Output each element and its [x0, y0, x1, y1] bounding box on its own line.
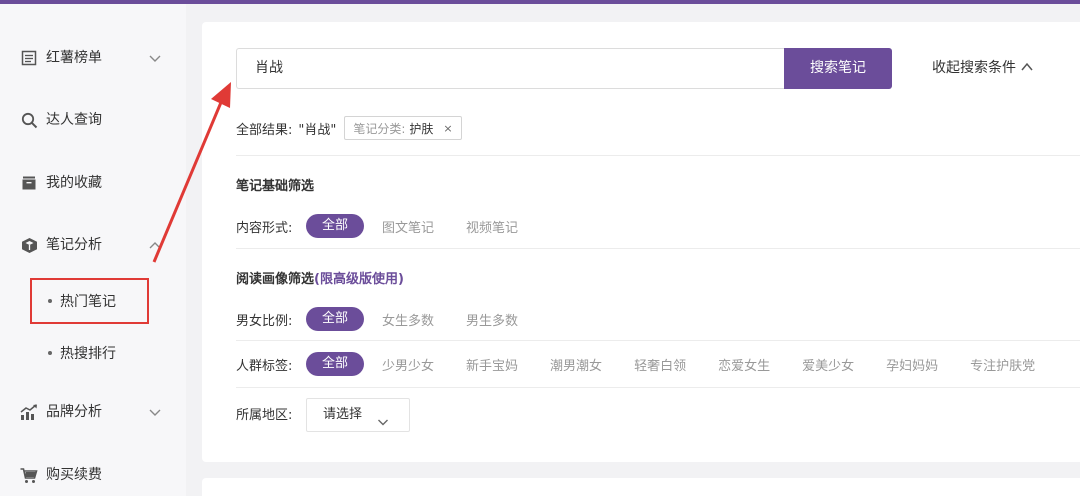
- search-notes-button[interactable]: 搜索笔记: [784, 48, 892, 89]
- content-type-filter: 内容形式: 全部 图文笔记 视频笔记: [236, 214, 550, 238]
- filter-label: 所属地区:: [236, 407, 293, 423]
- sidebar-item-label: 达人查询: [46, 112, 102, 128]
- chevron-down-icon: [146, 403, 164, 421]
- chart-icon: [20, 403, 38, 421]
- crowd-tag-filter: 人群标签: 全部 少男少女 新手宝妈 潮男潮女 轻奢白领 恋爱女生 爱美少女 孕…: [236, 352, 1035, 376]
- filter-option-crowd[interactable]: 恋爱女生: [718, 355, 770, 374]
- chevron-up-icon: [146, 236, 164, 254]
- filter-label: 内容形式:: [236, 220, 293, 236]
- sidebar-item-label: 笔记分析: [46, 237, 102, 253]
- filter-option-mostly-male[interactable]: 男生多数: [466, 310, 518, 329]
- close-icon[interactable]: ×: [443, 122, 452, 135]
- results-query: "肖战": [298, 122, 337, 138]
- filter-option-crowd[interactable]: 专注护肤党: [970, 355, 1035, 374]
- filter-chip-value: 护肤: [409, 121, 434, 136]
- filter-chip-key: 笔记分类:: [353, 121, 406, 136]
- filter-option-mostly-female[interactable]: 女生多数: [382, 310, 434, 329]
- sidebar-item-label: 品牌分析: [46, 404, 102, 420]
- reader-filter-title-text: 阅读画像筛选: [236, 272, 315, 287]
- filter-option-crowd[interactable]: 潮男潮女: [550, 355, 602, 374]
- premium-only-note: (限高级版使用): [314, 272, 404, 287]
- filter-option-video-note[interactable]: 视频笔记: [466, 217, 518, 236]
- filter-option-crowd[interactable]: 新手宝妈: [466, 355, 518, 374]
- folder-icon: [20, 174, 38, 192]
- sidebar-item-label: 红薯榜单: [46, 50, 102, 66]
- region-select[interactable]: 请选择: [306, 398, 410, 432]
- annotation-highlight-box: [30, 278, 149, 324]
- list-icon: [20, 49, 38, 67]
- chevron-down-icon: [377, 409, 389, 426]
- search-input[interactable]: 肖战: [236, 48, 784, 89]
- divider: [236, 387, 1080, 388]
- sidebar-item-purchase-renew[interactable]: 购买续费: [0, 457, 186, 493]
- results-panel: [202, 478, 1080, 496]
- collapse-filters-label: 收起搜索条件: [932, 60, 1016, 76]
- sidebar-item-influencer-search[interactable]: 达人查询: [0, 102, 186, 138]
- cart-icon: [20, 466, 38, 484]
- results-prefix: 全部结果:: [236, 122, 293, 138]
- filter-option-crowd[interactable]: 少男少女: [382, 355, 434, 374]
- filter-option-all[interactable]: 全部: [306, 307, 365, 331]
- collapse-filters-link[interactable]: 收起搜索条件: [932, 58, 1034, 78]
- divider: [236, 155, 1080, 156]
- sidebar-item-favorites[interactable]: 我的收藏: [0, 165, 186, 201]
- filter-label: 人群标签:: [236, 358, 293, 374]
- filter-option-crowd[interactable]: 轻奢白领: [634, 355, 686, 374]
- region-filter: 所属地区:: [236, 401, 306, 425]
- sidebar-subitem-label: 热搜排行: [60, 346, 116, 362]
- sidebar-item-rankings[interactable]: 红薯榜单: [0, 40, 186, 76]
- filter-option-all[interactable]: 全部: [306, 214, 365, 238]
- chevron-up-icon: [1020, 60, 1034, 74]
- divider: [236, 340, 1080, 341]
- box-icon: [20, 236, 38, 254]
- sidebar-subitem-hot-search-ranking[interactable]: 热搜排行: [48, 342, 168, 366]
- sidebar-item-label: 我的收藏: [46, 175, 102, 191]
- sidebar-item-note-analysis[interactable]: 笔记分析: [0, 227, 186, 263]
- active-filter-chip: 笔记分类: 护肤 ×: [344, 116, 462, 140]
- filter-label: 男女比例:: [236, 313, 293, 329]
- results-summary: 全部结果: "肖战" 笔记分类: 护肤 ×: [236, 116, 462, 140]
- region-select-value: 请选择: [323, 407, 363, 422]
- divider: [236, 248, 1080, 249]
- sidebar-item-label: 购买续费: [46, 467, 102, 483]
- reader-filter-title: 阅读画像筛选(限高级版使用): [236, 268, 404, 287]
- gender-ratio-filter: 男女比例: 全部 女生多数 男生多数: [236, 307, 550, 331]
- sidebar-item-brand-analysis[interactable]: 品牌分析: [0, 394, 186, 430]
- filter-option-crowd[interactable]: 孕妇妈妈: [886, 355, 938, 374]
- filter-option-all[interactable]: 全部: [306, 352, 365, 376]
- filter-option-image-note[interactable]: 图文笔记: [382, 217, 434, 236]
- filter-option-crowd[interactable]: 爱美少女: [802, 355, 854, 374]
- search-icon: [20, 111, 38, 129]
- basic-filter-title: 笔记基础筛选: [236, 179, 315, 194]
- chevron-down-icon: [146, 49, 164, 67]
- bullet: [48, 351, 52, 355]
